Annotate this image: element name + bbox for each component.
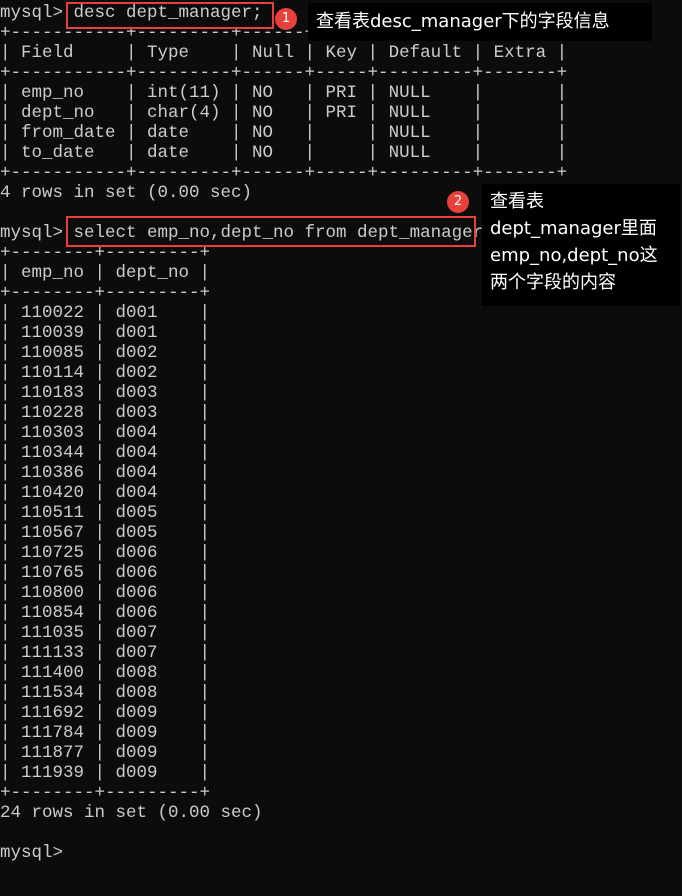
terminal-line: | dept_no | char(4) | NO | PRI | NULL | … xyxy=(0,103,568,123)
terminal-line: | 110725 | d006 | xyxy=(0,543,211,563)
terminal-line: | 110567 | d005 | xyxy=(0,523,211,543)
terminal-line: | 110854 | d006 | xyxy=(0,603,211,623)
terminal-line: | 110800 | d006 | xyxy=(0,583,211,603)
terminal-line: +--------+---------+ xyxy=(0,783,211,803)
terminal-line: | 111035 | d007 | xyxy=(0,623,211,643)
terminal-line: | 111133 | d007 | xyxy=(0,643,211,663)
annotation-note-1: 查看表desc_manager下的字段信息 xyxy=(308,3,652,41)
terminal-line: | 110303 | d004 | xyxy=(0,423,211,443)
terminal-line: | 110386 | d004 | xyxy=(0,463,211,483)
terminal-line: | 111534 | d008 | xyxy=(0,683,211,703)
terminal-line: | 110511 | d005 | xyxy=(0,503,211,523)
annotation-note-2: 查看表dept_manager里面emp_no,dept_no这两个字段的内容 xyxy=(482,184,680,306)
terminal-line: | 110039 | d001 | xyxy=(0,323,211,343)
terminal-line: +-----------+---------+------+-----+----… xyxy=(0,63,568,83)
terminal-line: | 110228 | d003 | xyxy=(0,403,211,423)
terminal-prompt[interactable]: mysql> xyxy=(0,843,63,863)
terminal-line: | emp_no | dept_no | xyxy=(0,263,211,283)
terminal-line: | 111939 | d009 | xyxy=(0,763,211,783)
annotation-badge-1: 1 xyxy=(275,8,297,30)
terminal-window[interactable]: mysql> desc dept_manager; +-----------+-… xyxy=(0,0,682,896)
terminal-line: | 110183 | d003 | xyxy=(0,383,211,403)
terminal-line: | to_date | date | NO | | NULL | | xyxy=(0,143,568,163)
terminal-line: | 111692 | d009 | xyxy=(0,703,211,723)
terminal-line: | 111784 | d009 | xyxy=(0,723,211,743)
terminal-line: | emp_no | int(11) | NO | PRI | NULL | | xyxy=(0,83,568,103)
terminal-line: | 110085 | d002 | xyxy=(0,343,211,363)
terminal-line: 24 rows in set (0.00 sec) xyxy=(0,803,263,823)
terminal-line: 4 rows in set (0.00 sec) xyxy=(0,183,253,203)
terminal-line: | 110022 | d001 | xyxy=(0,303,211,323)
highlight-box-desc-command xyxy=(66,2,274,29)
terminal-line: | 111877 | d009 | xyxy=(0,743,211,763)
terminal-line: | 110344 | d004 | xyxy=(0,443,211,463)
terminal-line: +-----------+---------+------+-----+----… xyxy=(0,163,568,183)
terminal-line: | 111400 | d008 | xyxy=(0,663,211,683)
highlight-box-select-command xyxy=(66,216,476,247)
terminal-line: +--------+---------+ xyxy=(0,283,211,303)
terminal-line: | 110420 | d004 | xyxy=(0,483,211,503)
terminal-line: | Field | Type | Null | Key | Default | … xyxy=(0,43,568,63)
terminal-line: | 110114 | d002 | xyxy=(0,363,211,383)
annotation-badge-2: 2 xyxy=(447,191,469,213)
terminal-line: | from_date | date | NO | | NULL | | xyxy=(0,123,568,143)
terminal-line: | 110765 | d006 | xyxy=(0,563,211,583)
